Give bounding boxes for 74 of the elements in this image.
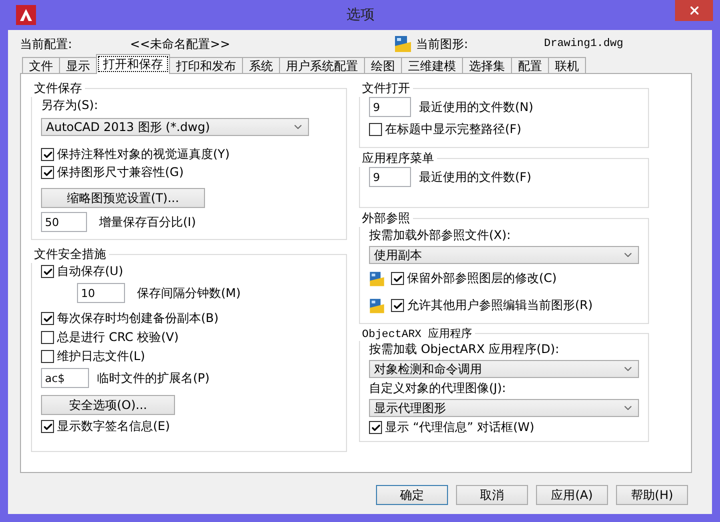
- checkbox-label: 自动保存(U): [57, 263, 124, 280]
- checkbox[interactable]: [41, 420, 54, 433]
- checkbox-label: 保持注释性对象的视觉逼真度(Y): [57, 146, 230, 163]
- checkbox-label: 总是进行 CRC 校验(V): [57, 329, 179, 346]
- group-title: 文件安全措施: [33, 246, 107, 263]
- tab[interactable]: 显示: [59, 57, 97, 74]
- tab[interactable]: 三维建模: [401, 57, 463, 74]
- tab[interactable]: 绘图: [364, 57, 402, 74]
- tab[interactable]: 选择集: [462, 57, 512, 74]
- close-button[interactable]: [675, 0, 713, 21]
- checkbox[interactable]: [41, 265, 54, 278]
- checkbox-label: 保留外部参照图层的修改(C): [407, 270, 557, 287]
- field-label: 另存为(S):: [41, 97, 100, 114]
- field-label: 保存间隔分钟数(M): [137, 284, 241, 302]
- tab[interactable]: 配置: [511, 57, 549, 74]
- tab[interactable]: 文件: [22, 57, 60, 74]
- drawing-label: 当前图形:: [416, 36, 470, 52]
- checkbox[interactable]: [41, 166, 54, 179]
- checkbox[interactable]: [391, 272, 404, 285]
- checkbox[interactable]: [369, 123, 382, 136]
- drawing-file-icon: [394, 35, 412, 53]
- checkbox-label: 允许其他用户参照编辑当前图形(R): [407, 297, 593, 314]
- input-field[interactable]: 50: [41, 212, 87, 232]
- dialog-button[interactable]: 取消: [456, 485, 528, 505]
- close-icon: [688, 4, 700, 17]
- dropdown[interactable]: 使用副本: [369, 246, 639, 264]
- field-label: 按需加载外部参照文件(X):: [369, 227, 512, 244]
- group-title: 文件打开: [361, 80, 411, 97]
- input-field[interactable]: 9: [369, 97, 411, 117]
- dropdown[interactable]: 显示代理图形: [369, 399, 639, 417]
- checkbox-label: 显示数字签名信息(E): [57, 418, 170, 435]
- checkbox[interactable]: [41, 331, 54, 344]
- field-label: 最近使用的文件数(N): [419, 98, 534, 116]
- field-label: 按需加载 ObjectARX 应用程序(D):: [369, 341, 560, 358]
- security-options-button[interactable]: 安全选项(O)...: [41, 395, 175, 415]
- input-field[interactable]: 9: [369, 167, 411, 187]
- field-label: 临时文件的扩展名(P): [97, 370, 210, 386]
- dialog-button[interactable]: 确定: [376, 485, 448, 505]
- tab[interactable]: 打开和保存: [96, 54, 170, 74]
- tab[interactable]: 打印和发布: [169, 57, 243, 74]
- dialog-button[interactable]: 帮助(H): [616, 485, 688, 505]
- checkbox[interactable]: [41, 350, 54, 363]
- tab[interactable]: 系统: [242, 57, 280, 74]
- checkbox-label: 显示 “代理信息” 对话框(W): [385, 419, 534, 436]
- dropdown[interactable]: AutoCAD 2013 图形 (*.dwg): [41, 118, 309, 136]
- group-title: ObjectARX 应用程序: [361, 326, 474, 341]
- checkbox-label: 维护日志文件(L): [57, 348, 146, 365]
- thumbnail-settings-button[interactable]: 缩略图预览设置(T)...: [41, 188, 205, 208]
- app-logo-icon: [16, 5, 36, 25]
- drawing-file-icon: [369, 270, 385, 286]
- dialog-button[interactable]: 应用(A): [536, 485, 608, 505]
- field-label: 最近使用的文件数(F): [419, 168, 532, 186]
- profile-name: <<未命名配置>>: [130, 36, 232, 52]
- tab[interactable]: 联机: [548, 57, 586, 74]
- input-field[interactable]: ac$: [41, 368, 89, 388]
- drawing-name: Drawing1.dwg: [544, 38, 624, 50]
- field-label: 自定义对象的代理图像(J):: [369, 380, 507, 397]
- tab[interactable]: 用户系统配置: [279, 57, 365, 74]
- checkbox[interactable]: [41, 312, 54, 325]
- group-title: 外部参照: [361, 210, 411, 227]
- group-title: 文件保存: [33, 80, 83, 97]
- input-field[interactable]: 10: [77, 283, 125, 303]
- dropdown[interactable]: 对象检测和命令调用: [369, 360, 639, 378]
- drawing-file-icon: [369, 298, 385, 314]
- group-title: 应用程序菜单: [361, 150, 435, 167]
- checkbox-label: 每次保存时均创建备份副本(B): [57, 310, 219, 327]
- checkbox-label: 保持图形尺寸兼容性(G): [57, 164, 184, 181]
- checkbox-label: 在标题中显示完整路径(F): [385, 121, 522, 138]
- window-title: 选项: [346, 6, 376, 24]
- checkbox[interactable]: [41, 148, 54, 161]
- field-label: 增量保存百分比(I): [99, 214, 196, 230]
- checkbox[interactable]: [369, 421, 382, 434]
- checkbox[interactable]: [391, 299, 404, 312]
- profile-label: 当前配置:: [20, 36, 74, 52]
